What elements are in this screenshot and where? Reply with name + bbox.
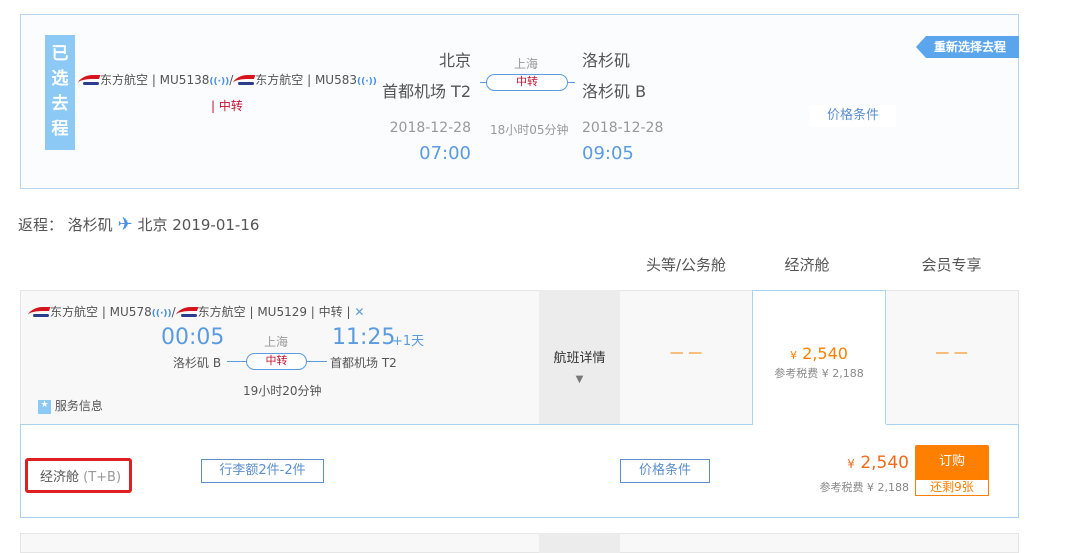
flight-dep-time: 00:05: [161, 325, 225, 350]
selected-outbound-panel: [20, 14, 1019, 189]
dep-date: 2018-12-28: [389, 120, 471, 136]
return-summary: 返程： 洛杉矶 ✈ 北京 2019-01-16: [18, 214, 260, 235]
service-icon: ★: [38, 399, 51, 414]
economy-tax: 参考税费 ¥ 2,188: [774, 367, 864, 380]
duration: 18小时05分钟: [490, 123, 569, 137]
flight-via-city: 上海: [264, 335, 289, 349]
col-header-economy: 经济舱: [784, 256, 830, 274]
airline-logo-icon: [28, 306, 50, 320]
flight-arr-time: 11:25: [332, 325, 396, 350]
reselect-outbound-button[interactable]: 重新选择去程: [916, 36, 1019, 58]
price-terms-button[interactable]: 价格条件: [810, 105, 896, 127]
arr-city: 洛杉矶: [582, 51, 631, 70]
dep-time: 07:00: [419, 143, 471, 164]
flight-row: [20, 533, 1019, 553]
via-city: 上海: [514, 57, 539, 71]
outbound-airlines: 东方航空 | MU5138((·))/东方航空 | MU583((·)): [78, 71, 377, 88]
col-header-member: 会员专享: [921, 256, 982, 274]
cabin-price: ¥ 2,540: [847, 453, 909, 473]
meal-icon: ✕: [354, 305, 365, 319]
col-header-first: 头等/公务舱: [645, 256, 727, 274]
flight-details-label: 航班详情: [553, 351, 606, 366]
arr-time: 09:05: [582, 143, 634, 164]
flight-airlines: 东方航空 | MU578((·))/东方航空 | MU5129 | 中转 | ✕: [28, 303, 364, 320]
cabin-price-terms-button[interactable]: 价格条件: [620, 459, 710, 483]
dep-city: 北京: [438, 51, 471, 70]
airline-logo-icon: [176, 306, 198, 320]
plane-icon: ✈: [117, 214, 133, 235]
wifi-icon: ((·)): [357, 77, 377, 87]
economy-cell[interactable]: ¥ 2,540 参考税费 ¥ 2,188: [752, 290, 886, 426]
caret-down-icon: ▼: [575, 374, 584, 385]
service-info-link[interactable]: ★ 服务信息: [38, 397, 103, 414]
member-price: — —: [935, 345, 968, 361]
transfer-pill: 中转: [486, 74, 568, 91]
transfer-tag: | 中转: [211, 99, 243, 113]
cabin-name: 经济舱 (T+B): [25, 458, 132, 493]
baggage-button[interactable]: 行李额2件-2件: [201, 459, 324, 483]
selected-outbound-badge: 已选去程: [45, 35, 75, 150]
airline-logo-icon: [233, 74, 255, 88]
flight-dep-airport: 洛杉矶 B: [173, 356, 222, 370]
transfer-pill: 中转: [246, 353, 307, 370]
wifi-icon: ((·)): [209, 77, 230, 87]
flight-details-toggle[interactable]: 航班详情 ▼: [539, 290, 620, 424]
flight-arr-airport: 首都机场 T2: [330, 356, 397, 370]
first-class-price: — —: [669, 345, 703, 361]
arr-airport: 洛杉矶 B: [582, 82, 647, 101]
dep-airport: 首都机场 T2: [381, 82, 471, 101]
arr-date: 2018-12-28: [582, 120, 664, 136]
airline-logo-icon: [78, 74, 100, 88]
buy-button[interactable]: 订购: [915, 445, 989, 479]
cabin-tax: 参考税费 ¥ 2,188: [819, 481, 909, 494]
remaining-seats: 还剩9张: [915, 479, 989, 496]
wifi-icon: ((·)): [151, 309, 172, 319]
economy-price: 2,540: [802, 344, 848, 363]
flight-details-toggle: [539, 533, 620, 553]
flight-duration: 19小时20分钟: [243, 384, 322, 398]
day-offset: +1天: [392, 334, 425, 349]
